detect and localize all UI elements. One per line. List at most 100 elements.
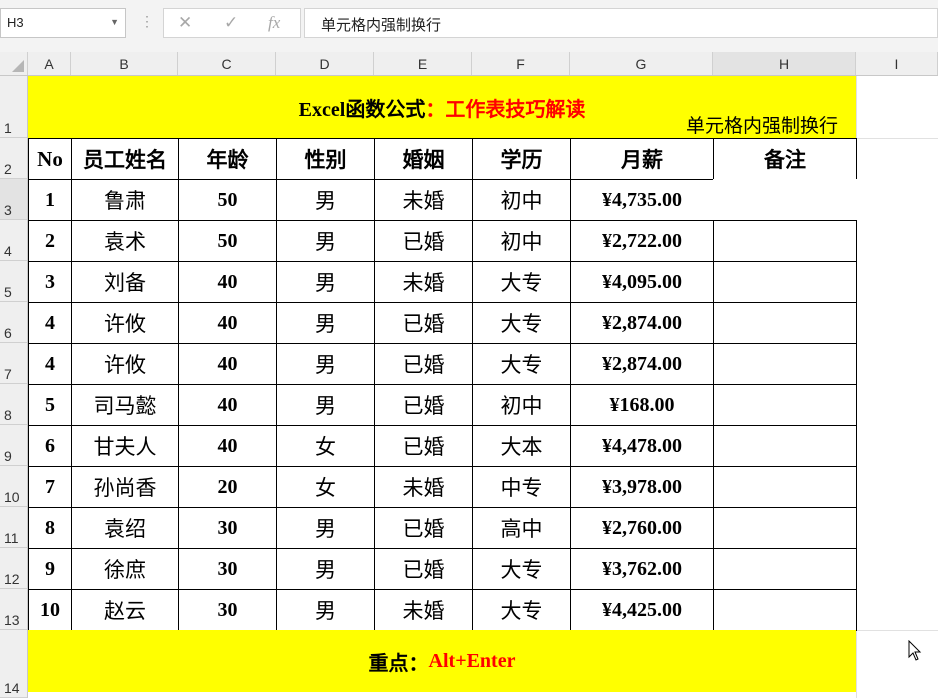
cell-name[interactable]: 甘夫人: [71, 425, 179, 467]
cell-remark[interactable]: [713, 548, 857, 590]
cell-name[interactable]: 袁术: [71, 220, 179, 262]
cell-salary[interactable]: ¥4,478.00: [570, 425, 714, 467]
cell-remark[interactable]: [713, 179, 857, 221]
cell-salary[interactable]: ¥4,095.00: [570, 261, 714, 303]
cell-age[interactable]: 40: [178, 261, 277, 303]
cell-marital[interactable]: 未婚: [374, 261, 473, 303]
header-cell-age[interactable]: 年龄: [178, 138, 277, 180]
header-cell-name[interactable]: 员工姓名: [71, 138, 179, 180]
cell-education[interactable]: 大专: [472, 302, 571, 344]
cell-marital[interactable]: 已婚: [374, 220, 473, 262]
cell-name[interactable]: 孙尚香: [71, 466, 179, 508]
chevron-down-icon[interactable]: ▼: [110, 17, 119, 27]
cell-age[interactable]: 30: [178, 507, 277, 549]
cell-marital[interactable]: 未婚: [374, 589, 473, 631]
cell-marital[interactable]: 已婚: [374, 302, 473, 344]
row-header[interactable]: 8: [0, 384, 27, 425]
cell-remark[interactable]: [713, 589, 857, 631]
worksheet-grid[interactable]: Excel函数公式 ：工作表技巧解读 No 员工姓名 年龄 性别 婚姻 学历 月薪 备注 1 鲁肃 5…: [28, 76, 938, 698]
cell-gender[interactable]: 男: [276, 220, 375, 262]
cell-gender[interactable]: 男: [276, 589, 375, 631]
cell-education[interactable]: 中专: [472, 466, 571, 508]
cell-gender[interactable]: 男: [276, 507, 375, 549]
column-header[interactable]: H: [713, 52, 856, 75]
cell-gender[interactable]: 男: [276, 302, 375, 344]
cell-remark[interactable]: [713, 302, 857, 344]
row-header[interactable]: 10: [0, 466, 27, 507]
cell-salary[interactable]: ¥168.00: [570, 384, 714, 426]
column-header[interactable]: C: [178, 52, 276, 75]
column-header[interactable]: I: [856, 52, 938, 75]
cell-no[interactable]: 6: [28, 425, 72, 467]
cell-no[interactable]: 4: [28, 302, 72, 344]
cell-salary[interactable]: ¥4,735.00: [570, 179, 714, 221]
cell-remark[interactable]: [713, 343, 857, 385]
cell-gender[interactable]: 女: [276, 466, 375, 508]
row-header[interactable]: 2: [0, 138, 27, 179]
column-header[interactable]: D: [276, 52, 374, 75]
cell-age[interactable]: 40: [178, 384, 277, 426]
row-header[interactable]: 12: [0, 548, 27, 589]
footer-banner[interactable]: 重点： Alt+Enter: [28, 630, 856, 692]
cell-marital[interactable]: 已婚: [374, 507, 473, 549]
row-header[interactable]: 13: [0, 589, 27, 630]
cell-name[interactable]: 司马懿: [71, 384, 179, 426]
cell-no[interactable]: 7: [28, 466, 72, 508]
cell-age[interactable]: 50: [178, 220, 277, 262]
column-header[interactable]: F: [472, 52, 570, 75]
cell-no[interactable]: 1: [28, 179, 72, 221]
cell-age[interactable]: 40: [178, 343, 277, 385]
cell-gender[interactable]: 男: [276, 261, 375, 303]
row-header[interactable]: 1: [0, 76, 27, 138]
more-options-icon[interactable]: ⋮: [140, 13, 154, 30]
cell-gender[interactable]: 男: [276, 179, 375, 221]
check-icon[interactable]: ✓: [224, 13, 238, 33]
cell-salary[interactable]: ¥3,978.00: [570, 466, 714, 508]
cell-education[interactable]: 初中: [472, 179, 571, 221]
cell-age[interactable]: 20: [178, 466, 277, 508]
row-header[interactable]: 3: [0, 179, 27, 220]
cell-education[interactable]: 大专: [472, 589, 571, 631]
cell-education[interactable]: 大专: [472, 548, 571, 590]
cell-no[interactable]: 4: [28, 343, 72, 385]
cell-education[interactable]: 大专: [472, 261, 571, 303]
cell-name[interactable]: 许攸: [71, 343, 179, 385]
cell-age[interactable]: 50: [178, 179, 277, 221]
column-header[interactable]: A: [28, 52, 71, 75]
cell-gender[interactable]: 男: [276, 384, 375, 426]
cell-name[interactable]: 刘备: [71, 261, 179, 303]
column-header[interactable]: B: [71, 52, 178, 75]
header-cell-no[interactable]: No: [28, 138, 72, 180]
cell-age[interactable]: 30: [178, 548, 277, 590]
cell-no[interactable]: 9: [28, 548, 72, 590]
cell-remark[interactable]: [713, 261, 857, 303]
name-box[interactable]: H3 ▼: [0, 8, 126, 38]
column-header[interactable]: E: [374, 52, 472, 75]
header-cell-gender[interactable]: 性别: [276, 138, 375, 180]
cell-gender[interactable]: 男: [276, 548, 375, 590]
column-header[interactable]: G: [570, 52, 713, 75]
formula-input[interactable]: 单元格内强制换行: [304, 8, 938, 38]
header-cell-marital[interactable]: 婚姻: [374, 138, 473, 180]
row-header[interactable]: 6: [0, 302, 27, 343]
cell-remark[interactable]: [713, 425, 857, 467]
cell-age[interactable]: 40: [178, 425, 277, 467]
cell-name[interactable]: 赵云: [71, 589, 179, 631]
cell-gender[interactable]: 男: [276, 343, 375, 385]
cell-remark[interactable]: [713, 507, 857, 549]
cell-name[interactable]: 许攸: [71, 302, 179, 344]
cell-marital[interactable]: 已婚: [374, 343, 473, 385]
row-header[interactable]: 4: [0, 220, 27, 261]
cell-no[interactable]: 5: [28, 384, 72, 426]
row-header[interactable]: 9: [0, 425, 27, 466]
cell-education[interactable]: 大专: [472, 343, 571, 385]
cell-name[interactable]: 徐庶: [71, 548, 179, 590]
header-cell-salary[interactable]: 月薪: [570, 138, 714, 180]
cell-name[interactable]: 袁绍: [71, 507, 179, 549]
cell-salary[interactable]: ¥2,722.00: [570, 220, 714, 262]
cell-marital[interactable]: 已婚: [374, 548, 473, 590]
cell-remark[interactable]: [713, 220, 857, 262]
row-header[interactable]: 7: [0, 343, 27, 384]
close-icon[interactable]: ✕: [178, 13, 192, 33]
cell-salary[interactable]: ¥2,874.00: [570, 343, 714, 385]
